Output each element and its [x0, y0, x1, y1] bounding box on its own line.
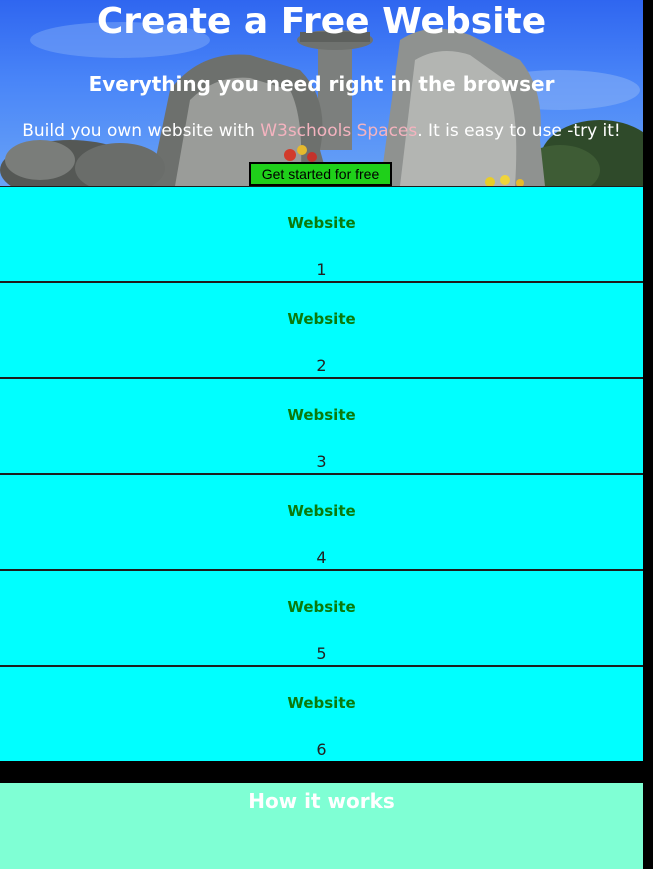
website-card-title: Website — [287, 694, 356, 712]
website-card-title: Website — [287, 598, 356, 616]
hero-title: Create a Free Website — [96, 1, 547, 42]
website-list: Website 1 Website 2 Website 3 Website 4 … — [0, 186, 643, 761]
website-card-number: 4 — [316, 548, 327, 567]
page: Create a Free Website Everything you nee… — [0, 0, 653, 869]
website-card-number: 1 — [316, 260, 327, 279]
hero-subtitle: Everything you need right in the browser — [88, 72, 555, 96]
website-card-number: 5 — [316, 644, 327, 663]
website-card-number: 6 — [316, 740, 327, 759]
website-card: Website 3 — [0, 378, 643, 474]
website-card-title: Website — [287, 502, 356, 520]
website-card: Website 5 — [0, 570, 643, 666]
website-card: Website 2 — [0, 282, 643, 378]
website-card-number: 2 — [316, 356, 327, 375]
hero-text-after: . It is easy to use -try it! — [417, 121, 621, 141]
website-card: Website 4 — [0, 474, 643, 570]
how-it-works-title: How it works — [248, 789, 395, 813]
w3schools-spaces-link[interactable]: W3schools Spaces — [260, 121, 417, 141]
website-card: Website 1 — [0, 186, 643, 282]
hero-description: Build you own website with W3schools Spa… — [0, 119, 643, 143]
website-card-title: Website — [287, 406, 356, 424]
website-card-title: Website — [287, 310, 356, 328]
website-card-title: Website — [287, 214, 356, 232]
website-card: Website 6 — [0, 666, 643, 761]
hero-banner: Create a Free Website Everything you nee… — [0, 0, 643, 186]
get-started-button[interactable]: Get started for free — [249, 162, 392, 186]
website-card-number: 3 — [316, 452, 327, 471]
how-it-works-section: How it works — [0, 783, 643, 869]
hero-text-before: Build you own website with — [22, 121, 261, 141]
